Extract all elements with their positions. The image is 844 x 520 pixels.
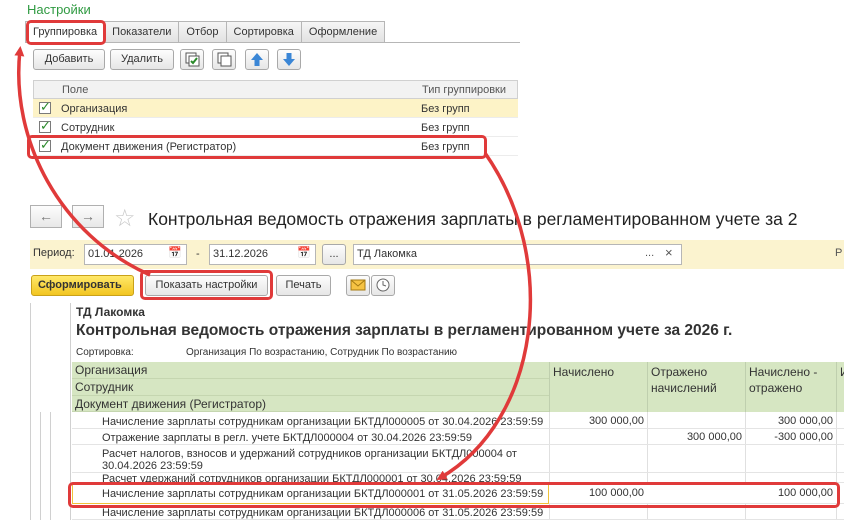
arrow-to-report-row (436, 151, 533, 481)
arrow-to-grouping-tab (14, 46, 151, 277)
annotation-arrows (14, 46, 533, 481)
